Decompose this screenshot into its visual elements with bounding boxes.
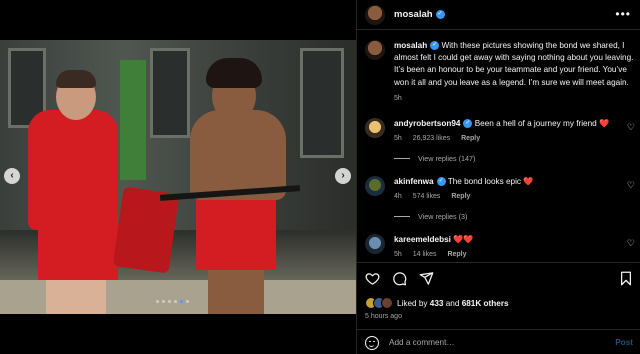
next-slide-button[interactable]: › — [335, 168, 351, 184]
liked-by-others[interactable]: 681K others — [462, 299, 509, 308]
emoji-icon[interactable] — [365, 335, 379, 350]
comment-input[interactable] — [389, 338, 589, 347]
comment-like-heart-icon[interactable]: ♡ — [627, 180, 635, 191]
comment-likes[interactable]: 26,923 likes — [413, 135, 450, 142]
reply-button[interactable]: Reply — [451, 193, 470, 200]
view-replies-button[interactable]: View replies (147) — [394, 154, 475, 163]
more-horizontal-icon[interactable]: ••• — [615, 8, 631, 20]
post-header: mosalah ✓ ••• — [357, 0, 640, 30]
comment-like-heart-icon[interactable]: ♡ — [627, 238, 635, 249]
view-replies-button[interactable]: View replies (3) — [394, 212, 467, 221]
bookmark-icon[interactable] — [619, 271, 633, 286]
previous-slide-button[interactable]: ‹ — [4, 168, 20, 184]
verified-badge-icon: ✓ — [435, 10, 445, 19]
add-comment-bar: Post — [357, 329, 640, 354]
comment-likes[interactable]: 14 likes — [413, 251, 437, 258]
comment-text: The bond looks epic ❤️ — [447, 177, 534, 186]
liked-by-user[interactable]: 433 — [430, 299, 444, 308]
post-caption: mosalah ✓ With these pictures showing the… — [365, 40, 635, 105]
post-media: ‹ › — [0, 0, 356, 354]
reply-button[interactable]: Reply — [461, 135, 480, 142]
slide-dot — [174, 300, 177, 303]
slide-dot — [156, 300, 159, 303]
post-photo — [0, 40, 356, 314]
comment-text: Been a hell of a journey my friend ❤️ — [474, 119, 610, 128]
liker-avatar — [381, 297, 393, 309]
caption-username[interactable]: mosalah — [394, 41, 427, 50]
post-comment-button[interactable]: Post — [615, 338, 633, 347]
commenter-username[interactable]: andyrobertson94 — [394, 119, 460, 128]
author-avatar[interactable] — [365, 4, 385, 25]
commenter-avatar[interactable] — [365, 176, 385, 196]
commenter-avatar[interactable] — [365, 118, 385, 138]
comment-time: 5h — [394, 135, 402, 142]
post-timestamp: 5 hours ago — [365, 313, 402, 320]
commenter-username[interactable]: akinfenwa — [394, 177, 434, 186]
comment-like-heart-icon[interactable]: ♡ — [627, 122, 635, 133]
comment-time: 4h — [394, 193, 402, 200]
post-detail-panel: mosalah ✓ ••• mosalah ✓ With these pictur… — [356, 0, 640, 354]
reply-button[interactable]: Reply — [447, 251, 466, 258]
commenter-username[interactable]: kareemeldebsi — [394, 235, 451, 244]
comment-icon[interactable] — [392, 271, 407, 286]
comment-item: kareemeldebsi ❤️❤️ 5h 14 likes Reply ♡ — [365, 234, 637, 261]
commenter-avatar[interactable] — [365, 234, 385, 254]
caption-author-avatar[interactable] — [365, 40, 385, 60]
author-username[interactable]: mosalah — [394, 9, 433, 20]
comment-likes[interactable]: 574 likes — [413, 193, 441, 200]
slide-indicator — [156, 300, 189, 304]
heart-icon[interactable] — [365, 271, 380, 286]
comment-item: andyrobertson94 ✓ Been a hell of a journe… — [365, 118, 637, 145]
comment-item: akinfenwa ✓ The bond looks epic ❤️ 4h 574… — [365, 176, 637, 203]
verified-badge-icon: ✓ — [463, 119, 473, 129]
verified-badge-icon: ✓ — [430, 41, 440, 51]
share-icon[interactable] — [419, 271, 434, 286]
slide-dot — [186, 300, 189, 303]
slide-dot — [168, 300, 171, 303]
comment-time: 5h — [394, 251, 402, 258]
comment-text: ❤️❤️ — [453, 235, 474, 244]
post-actions: Liked by 433 and 681K others 5 hours ago… — [357, 262, 640, 354]
slide-dot — [180, 300, 183, 303]
verified-badge-icon: ✓ — [436, 177, 446, 187]
caption-timestamp: 5h — [394, 94, 402, 102]
slide-dot — [162, 300, 165, 303]
likes-summary[interactable]: Liked by 433 and 681K others — [365, 297, 509, 309]
